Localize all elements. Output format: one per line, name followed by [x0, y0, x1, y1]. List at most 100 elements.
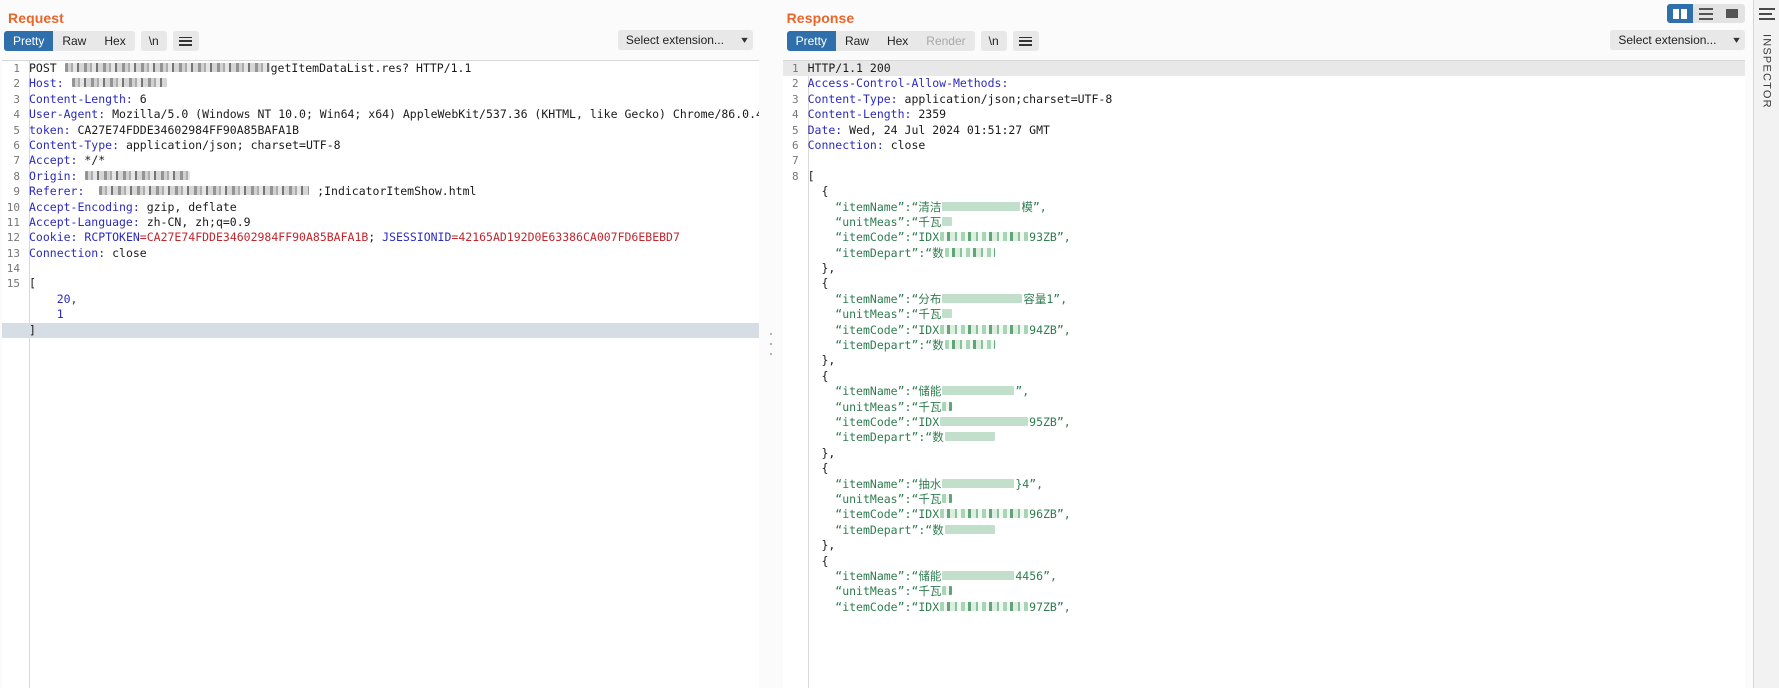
code-line: 7	[783, 153, 1746, 168]
code-line: 14	[2, 261, 759, 276]
request-newline-toggle-button[interactable]: \n	[141, 31, 167, 51]
response-code[interactable]: 1 HTTP/1.1 200 2 Access-Control-Allow-Metho…	[783, 61, 1746, 615]
response-menu-button[interactable]	[1013, 31, 1039, 51]
code-token	[77, 169, 84, 183]
line-text: Content-Type: application/json;charset=U…	[803, 92, 1746, 107]
code-line: 9 Referer: ;IndicatorItemShow.html	[2, 184, 759, 199]
response-editor[interactable]: 1 HTTP/1.1 200 2 Access-Control-Allow-Metho…	[783, 60, 1746, 688]
response-view-tabs[interactable]: Pretty Raw Hex Render	[787, 31, 975, 51]
line-text: Origin:	[24, 169, 759, 184]
code-token: Cookie:	[29, 230, 77, 244]
line-number: 1	[783, 61, 803, 76]
code-token: {	[808, 461, 829, 475]
line-text: “itemName”:“分布 容量1”,	[803, 292, 1746, 307]
line-text: },	[803, 538, 1746, 553]
tab-response-pretty[interactable]: Pretty	[787, 31, 836, 51]
code-line: 1	[2, 307, 759, 322]
line-number: 12	[2, 230, 24, 245]
code-token: Host:	[29, 76, 64, 90]
code-line: “unitMeas”:“千瓦	[783, 307, 1746, 322]
line-number: 11	[2, 215, 24, 230]
code-line: 10 Accept-Encoding: gzip, deflate	[2, 200, 759, 215]
code-token: [	[808, 169, 815, 183]
tab-response-raw[interactable]: Raw	[836, 31, 878, 51]
line-text: “itemDepart”:“数	[803, 430, 1746, 445]
line-text: “unitMeas”:“千瓦	[803, 307, 1746, 322]
hamburger-icon	[179, 37, 192, 46]
code-token: application/json;charset=UTF-8	[898, 92, 1113, 106]
redacted-text	[72, 78, 167, 87]
code-line: “itemCode”:“IDX 93ZB”,	[783, 230, 1746, 245]
code-line: “unitMeas”:“千瓦	[783, 492, 1746, 507]
code-line: “unitMeas”:“千瓦	[783, 215, 1746, 230]
line-text: “unitMeas”:“千瓦	[803, 400, 1746, 415]
code-token: }4”,	[1015, 477, 1043, 491]
line-text: “itemName”:“抽水}4”,	[803, 477, 1746, 492]
code-line: “itemName”:“抽水}4”,	[783, 477, 1746, 492]
tab-response-hex[interactable]: Hex	[878, 31, 917, 51]
code-line: “itemCode”:“IDX 96ZB”,	[783, 507, 1746, 522]
line-number: 3	[2, 92, 24, 107]
redacted-text	[945, 432, 995, 441]
code-token: Connection:	[808, 138, 884, 152]
request-code[interactable]: 1 POST getItemDataList.res? HTTP/1.1 2 Host…	[2, 61, 759, 338]
layout-split-vertical-button[interactable]	[1667, 4, 1693, 23]
line-number: 7	[2, 153, 24, 168]
code-token: Content-Length:	[29, 92, 133, 106]
redacted-text	[945, 248, 995, 257]
code-token: ;	[368, 230, 382, 244]
tab-request-pretty[interactable]: Pretty	[4, 31, 53, 51]
code-token: HTTP/1.1 200	[808, 61, 891, 75]
pane-splitter[interactable]	[761, 0, 781, 688]
layout-single-button[interactable]	[1719, 4, 1745, 23]
line-text: },	[803, 261, 1746, 276]
tab-request-hex[interactable]: Hex	[95, 31, 134, 51]
line-text: “itemName”:“储能”,	[803, 384, 1746, 399]
request-pane: Request Pretty Raw Hex \n Select extensi…	[0, 0, 761, 688]
line-text: “unitMeas”:“千瓦	[803, 215, 1746, 230]
code-token: User-Agent:	[29, 107, 105, 121]
line-text: {	[803, 276, 1746, 291]
line-number: 5	[2, 123, 24, 138]
response-extension-select[interactable]: Select extension... ▾	[1610, 30, 1745, 50]
code-token: ]	[29, 323, 36, 337]
code-token: 容量1”,	[1023, 292, 1067, 306]
code-line: 11 Accept-Language: zh-CN, zh;q=0.9	[2, 215, 759, 230]
request-view-tabs[interactable]: Pretty Raw Hex	[4, 31, 135, 51]
request-extension-select[interactable]: Select extension... ▾	[618, 30, 753, 50]
code-token: “itemDepart”:“数	[808, 246, 944, 260]
code-line: 6 Content-Type: application/json; charset…	[2, 138, 759, 153]
line-text: “itemDepart”:“数	[803, 523, 1746, 538]
code-token: ”,	[1015, 384, 1029, 398]
redacted-text	[940, 602, 1028, 611]
tab-request-raw[interactable]: Raw	[53, 31, 95, 51]
line-text: Connection: close	[803, 138, 1746, 153]
code-line: “itemName”:“清洁 模”,	[783, 200, 1746, 215]
layout-mode-buttons[interactable]	[1667, 4, 1745, 23]
line-text: HTTP/1.1 200	[803, 61, 1746, 76]
code-line: 4 User-Agent: Mozilla/5.0 (Windows NT 10.…	[2, 107, 759, 122]
inspector-toggle-icon[interactable]	[1759, 8, 1775, 20]
inspector-rail[interactable]: INSPECTOR	[1753, 0, 1779, 688]
line-text: “itemCode”:“IDX 97ZB”,	[803, 600, 1746, 615]
layout-stacked-button[interactable]	[1693, 4, 1719, 23]
code-token: {	[808, 369, 829, 383]
code-token: },	[808, 446, 836, 460]
code-token: {	[808, 276, 829, 290]
redacted-text	[940, 417, 1028, 426]
request-menu-button[interactable]	[173, 31, 199, 51]
request-editor[interactable]: 1 POST getItemDataList.res? HTTP/1.1 2 Host…	[2, 60, 759, 688]
line-number: 7	[783, 153, 803, 168]
response-pane: Response Pretty Raw Hex Render \n Select…	[781, 0, 1754, 688]
code-token: “unitMeas”:“千瓦	[808, 307, 942, 321]
response-newline-toggle-button[interactable]: \n	[981, 31, 1007, 51]
code-token: Accept:	[29, 153, 77, 167]
line-number: 3	[783, 92, 803, 107]
request-extension-select-value: Select extension...	[626, 33, 724, 47]
single-view-icon	[1726, 9, 1738, 18]
code-line: 15[	[2, 276, 759, 291]
code-token: “itemName”:“清洁	[808, 200, 942, 214]
redacted-text	[942, 402, 952, 411]
line-text: Content-Length: 6	[24, 92, 759, 107]
code-token: getItemDataList.res? HTTP/1.1	[271, 61, 472, 75]
